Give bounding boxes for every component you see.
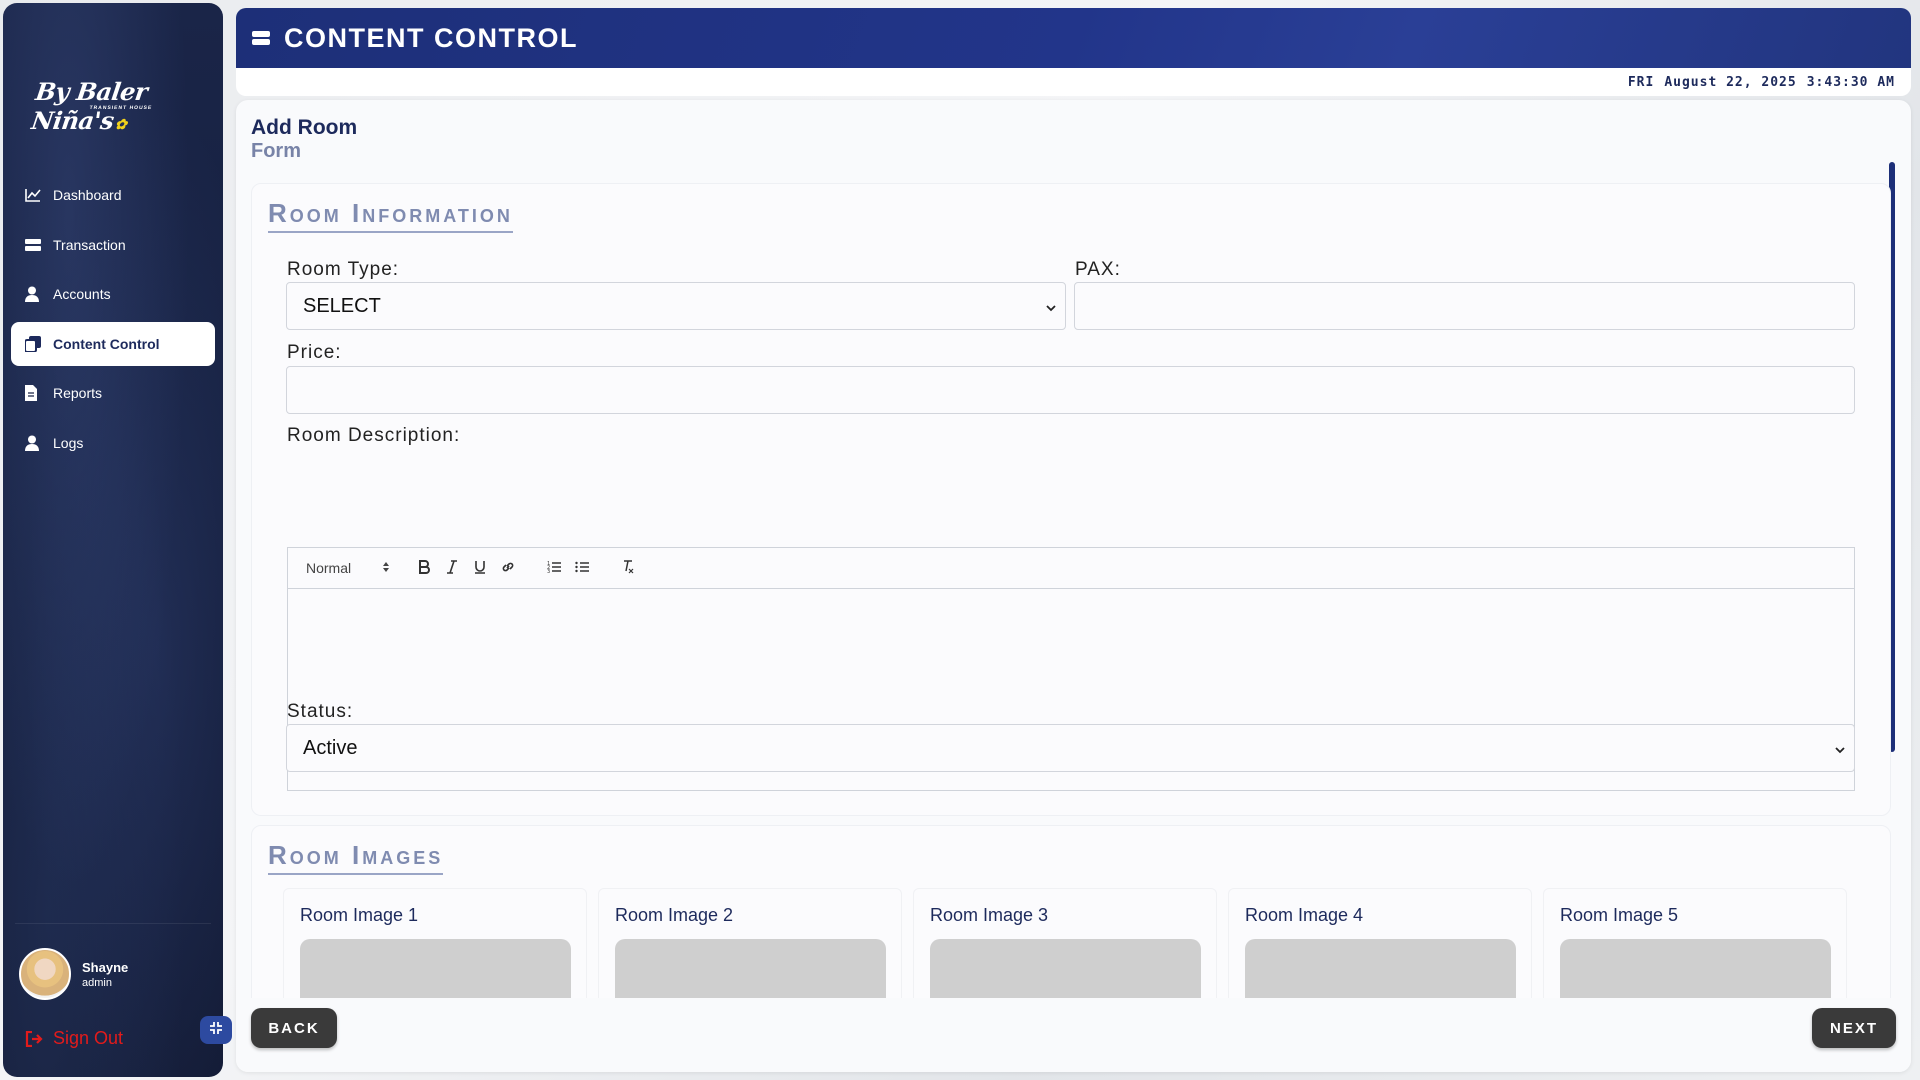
user-icon <box>25 286 47 302</box>
sign-out-icon <box>25 1030 43 1047</box>
bullet-list-icon <box>575 560 589 577</box>
price-label: Price: <box>287 342 342 363</box>
chart-line-icon <box>25 188 47 202</box>
sidebar-item-label: Accounts <box>53 286 111 302</box>
page-subtitle: Form <box>251 140 301 162</box>
underline-button[interactable] <box>468 554 492 582</box>
avatar <box>19 948 71 1000</box>
sidebar-item-label: Content Control <box>53 335 160 352</box>
editor-toolbar: Normal 123 <box>287 547 1855 589</box>
file-icon <box>25 385 47 401</box>
room-information-section: Room Information Room Type: SELECT PAX: … <box>251 183 1891 816</box>
time-value: 3:43:30 AM <box>1806 74 1895 90</box>
room-image-label: Room Image 5 <box>1560 905 1679 925</box>
room-type-value: SELECT <box>303 294 381 317</box>
logo-subtext: TRANSIENT HOUSE <box>89 105 153 111</box>
sign-out-label: Sign Out <box>53 1028 124 1048</box>
compress-icon <box>209 1021 223 1040</box>
chevron-down-icon <box>1045 297 1057 320</box>
sidebar-item-label: Reports <box>53 385 103 401</box>
room-image-label: Room Image 4 <box>1245 905 1364 925</box>
sidebar-item-logs[interactable]: Logs <box>11 421 215 465</box>
ordered-list-icon: 123 <box>547 560 561 577</box>
user-icon <box>25 435 47 451</box>
room-images-section: Room Images Room Image 1 Room Image 2 Ro… <box>251 825 1891 1047</box>
sidebar-divider <box>15 923 211 924</box>
clear-format-button[interactable] <box>616 554 640 582</box>
date-value: August 22, 2025 <box>1664 74 1797 90</box>
section-title: Room Information <box>268 198 513 233</box>
italic-button[interactable] <box>440 554 464 582</box>
sidebar-item-transaction[interactable]: Transaction <box>11 223 215 267</box>
sidebar-item-reports[interactable]: Reports <box>11 371 215 415</box>
datetime-bar: FRI August 22, 2025 3:43:30 AM <box>236 68 1911 96</box>
sidebar-item-accounts[interactable]: Accounts <box>11 272 215 316</box>
date-day: FRI <box>1627 74 1655 90</box>
brand-logo: By Baler Niña's✿ TRANSIENT HOUSE <box>30 77 198 135</box>
room-type-label: Room Type: <box>287 259 400 280</box>
next-button[interactable]: NEXT <box>1812 1008 1896 1048</box>
format-select[interactable]: Normal <box>306 554 396 582</box>
svg-text:3: 3 <box>547 569 550 574</box>
back-button[interactable]: BACK <box>251 1008 337 1048</box>
page-header: CONTENT CONTROL <box>236 8 1911 68</box>
bullet-list-button[interactable] <box>570 554 594 582</box>
section-title: Room Images <box>268 840 444 875</box>
sidebar-item-label: Transaction <box>53 236 126 253</box>
server-icon <box>25 238 47 252</box>
bold-button[interactable] <box>412 554 436 582</box>
sort-arrows-icon <box>382 560 390 576</box>
server-icon <box>252 30 270 46</box>
chevron-down-icon <box>1834 739 1846 762</box>
room-image-label: Room Image 3 <box>930 905 1049 925</box>
status-select[interactable]: Active <box>286 724 1855 772</box>
sidebar: By Baler Niña's✿ TRANSIENT HOUSE Dashboa… <box>3 3 223 1077</box>
status-value: Active <box>303 736 358 759</box>
page-title: Add Room <box>251 116 358 139</box>
flower-icon: ✿ <box>113 117 128 133</box>
room-image-label: Room Image 1 <box>300 905 419 925</box>
sign-out-button[interactable]: Sign Out <box>25 1028 123 1049</box>
room-image-label: Room Image 2 <box>615 905 734 925</box>
pax-label: PAX: <box>1075 259 1121 280</box>
link-icon <box>501 560 515 577</box>
sidebar-item-label: Logs <box>53 434 84 451</box>
bold-icon <box>418 559 430 577</box>
sidebar-item-content-control[interactable]: Content Control <box>11 321 215 366</box>
header-title: CONTENT CONTROL <box>284 22 578 53</box>
sidebar-nav: Dashboard Transaction Accounts Content C… <box>11 173 215 470</box>
italic-icon <box>446 559 458 577</box>
user-role: admin <box>82 976 112 989</box>
link-button[interactable] <box>496 554 520 582</box>
ordered-list-button[interactable]: 123 <box>542 554 566 582</box>
user-profile[interactable]: Shayne admin <box>19 948 128 1000</box>
room-description-label: Room Description: <box>287 425 461 446</box>
pax-input[interactable] <box>1074 282 1855 330</box>
main-content: Add Room Form Room Information Room Type… <box>236 100 1911 1072</box>
sidebar-item-dashboard[interactable]: Dashboard <box>11 173 215 217</box>
format-select-value: Normal <box>306 560 352 576</box>
price-input[interactable] <box>286 366 1855 414</box>
clear-format-icon <box>621 559 635 577</box>
underline-icon <box>474 560 486 577</box>
copy-icon <box>25 335 47 352</box>
form-footer <box>236 998 1911 1072</box>
user-name: Shayne <box>82 959 129 975</box>
collapse-sidebar-button[interactable] <box>200 1016 232 1044</box>
room-type-select[interactable]: SELECT <box>286 282 1066 330</box>
sidebar-item-label: Dashboard <box>53 187 122 203</box>
status-label: Status: <box>287 701 354 722</box>
